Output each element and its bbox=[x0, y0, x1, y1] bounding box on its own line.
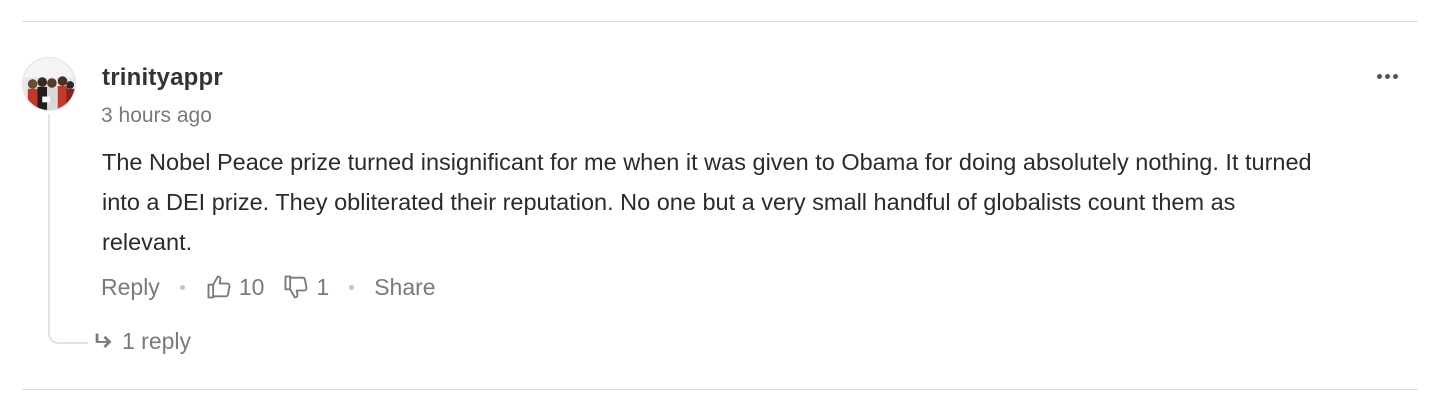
view-replies-button[interactable]: 1 reply bbox=[92, 324, 191, 358]
bottom-divider bbox=[22, 389, 1418, 390]
reply-arrow-icon bbox=[95, 333, 112, 348]
top-divider bbox=[22, 21, 1418, 22]
replies-count-label: 1 reply bbox=[122, 327, 192, 354]
separator-dot bbox=[179, 284, 185, 290]
thumbs-up-icon bbox=[207, 275, 231, 299]
comment-timestamp[interactable]: 3 hours ago bbox=[101, 104, 212, 128]
separator-dot bbox=[349, 284, 355, 290]
reply-button[interactable]: Reply bbox=[101, 274, 160, 301]
comment-actions: Reply 10 1 Share bbox=[101, 270, 436, 304]
more-dots-icon bbox=[1376, 73, 1382, 79]
comment-body: The Nobel Peace prize turned insignifica… bbox=[102, 149, 1312, 255]
avatar[interactable] bbox=[22, 57, 76, 111]
dislike-button[interactable]: 1 bbox=[282, 273, 329, 301]
thread-line bbox=[48, 114, 88, 344]
comment-username[interactable]: trinityappr bbox=[102, 64, 223, 92]
comment-page: trinityappr 3 hours ago The Nobel Peace … bbox=[0, 0, 1456, 419]
avatar-photo-icon bbox=[23, 58, 75, 110]
share-button[interactable]: Share bbox=[374, 274, 435, 301]
dislike-count: 1 bbox=[316, 273, 330, 300]
more-options-button[interactable] bbox=[1372, 64, 1402, 88]
thumbs-down-icon bbox=[284, 275, 308, 299]
like-count: 10 bbox=[238, 273, 265, 300]
like-button[interactable]: 10 bbox=[205, 273, 265, 301]
